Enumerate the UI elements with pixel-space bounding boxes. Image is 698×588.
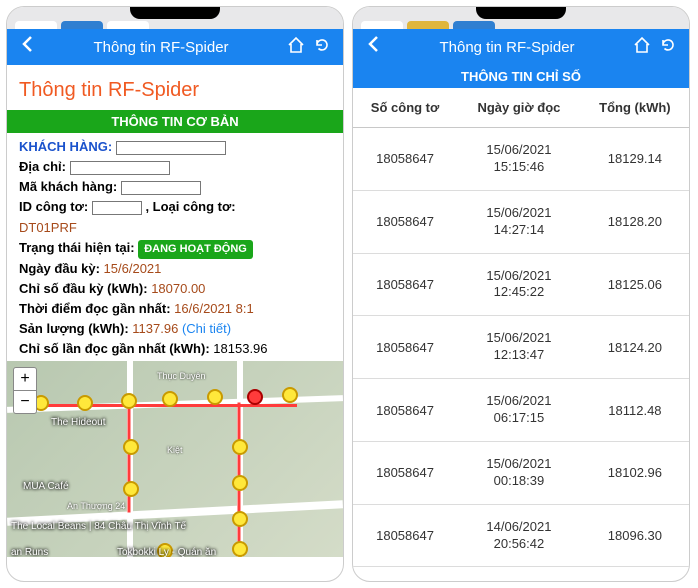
cell-total: 18124.20 <box>581 316 689 379</box>
map-road-kiet: Kiệt <box>167 445 183 455</box>
col-time: Ngày giờ đọc <box>457 88 581 128</box>
notch <box>130 7 220 19</box>
output-value: 1137.96 <box>132 321 178 336</box>
cell-meter: 18058647 <box>353 253 457 316</box>
detail-link[interactable]: (Chi tiết) <box>182 321 231 336</box>
map-zoom: + − <box>13 367 37 414</box>
cell-meter: 18058647 <box>353 379 457 442</box>
cell-total: 18125.06 <box>581 253 689 316</box>
table-row[interactable]: 1805864715/06/202106:17:1518112.48 <box>353 379 689 442</box>
cell-meter: 18058647 <box>353 190 457 253</box>
cell-time: 15/06/202112:45:22 <box>457 253 581 316</box>
notch <box>476 7 566 19</box>
cell-meter: 18058647 <box>353 316 457 379</box>
col-total: Tổng (kWh) <box>581 88 689 128</box>
col-meter: Số công tơ <box>353 88 457 128</box>
map-label-beans: The Local Beans | 84 Châu Thị Vĩnh Tế <box>11 521 186 532</box>
map-label-runs: an Runs <box>11 547 48 557</box>
cell-meter: 18058647 <box>353 441 457 504</box>
back-button[interactable] <box>15 35 39 59</box>
table-row[interactable]: 1805864715/06/202115:15:4618129.14 <box>353 128 689 191</box>
app-header: Thông tin RF-Spider <box>7 29 343 65</box>
back-button[interactable] <box>361 35 385 59</box>
lastread-value: 16/6/2021 8:1 <box>174 301 254 316</box>
phone-right: Thông tin RF-Spider THÔNG TIN CHỈ SỐ Số … <box>352 6 690 582</box>
meterid-value <box>92 201 142 215</box>
section-basic-header: THÔNG TIN CƠ BẢN <box>7 110 343 133</box>
metertype-label: , Loại công tơ: <box>145 199 235 214</box>
output-label: Sản lượng (kWh): <box>19 321 129 336</box>
meterid-label: ID công tơ: <box>19 199 88 214</box>
customer-label: KHÁCH HÀNG: <box>19 139 112 154</box>
cell-time: 14/06/202120:56:42 <box>457 504 581 567</box>
cell-time: 15/06/202100:18:39 <box>457 441 581 504</box>
refresh-icon[interactable] <box>655 36 681 59</box>
header-title: Thông tin RF-Spider <box>39 39 283 56</box>
table-row[interactable]: 1805864715/06/202112:13:4718124.20 <box>353 316 689 379</box>
table-row[interactable]: 1805864715/06/202112:45:2218125.06 <box>353 253 689 316</box>
map-road-thucduyen: Thục Duyên <box>157 371 206 381</box>
status-badge: ĐANG HOẠT ĐỘNG <box>138 240 253 259</box>
lastread-label: Thời điểm đọc gần nhất: <box>19 301 171 316</box>
startidx-value: 18070.00 <box>151 281 205 296</box>
state-label: Trạng thái hiện tại: <box>19 240 135 255</box>
table-row[interactable]: 1805864715/06/202114:27:1418128.20 <box>353 190 689 253</box>
metertype-value: DT01PRF <box>19 218 331 238</box>
app-header: Thông tin RF-Spider <box>353 29 689 65</box>
content-left: Thông tin RF-Spider THÔNG TIN CƠ BẢN KHÁ… <box>7 65 343 581</box>
lastidx-label: Chỉ số lần đọc gần nhất (kWh): <box>19 341 210 356</box>
cell-total: 18112.48 <box>581 379 689 442</box>
customer-value <box>116 141 226 155</box>
home-icon[interactable] <box>283 36 309 59</box>
cell-time: 15/06/202106:17:15 <box>457 379 581 442</box>
cell-time: 15/06/202114:27:14 <box>457 190 581 253</box>
zoom-in-button[interactable]: + <box>14 368 36 391</box>
page-title: Thông tin RF-Spider <box>19 79 331 102</box>
cell-total: 18102.96 <box>581 441 689 504</box>
table-row[interactable]: 1805864715/06/202100:18:3918102.96 <box>353 441 689 504</box>
cell-time: 15/06/202112:13:47 <box>457 316 581 379</box>
startdate-value: 15/6/2021 <box>104 261 162 276</box>
cell-time: 15/06/202115:15:46 <box>457 128 581 191</box>
cell-total: 18096.30 <box>581 504 689 567</box>
lastidx-value: 18153.96 <box>213 341 267 356</box>
cell-total: 18128.20 <box>581 190 689 253</box>
map-label-hideout: The Hideout <box>51 417 105 428</box>
startidx-label: Chỉ số đầu kỳ (kWh): <box>19 281 148 296</box>
content-right: THÔNG TIN CHỈ SỐ Số công tơ Ngày giờ đọc… <box>353 65 689 581</box>
address-value <box>70 161 170 175</box>
startdate-label: Ngày đầu kỳ: <box>19 261 100 276</box>
address-label: Địa chỉ: <box>19 159 66 174</box>
custcode-value <box>121 181 201 195</box>
map-label-tokbokki: Tokbokki Ly - Quán ăn <box>117 547 216 557</box>
table-row[interactable]: 1805864714/06/202120:56:4218096.30 <box>353 504 689 567</box>
readings-table: Số công tơ Ngày giờ đọc Tổng (kWh) 18058… <box>353 88 689 567</box>
cell-meter: 18058647 <box>353 128 457 191</box>
map-label-mua: MUA Café <box>23 481 69 492</box>
section-readings-header: THÔNG TIN CHỈ SỐ <box>353 65 689 88</box>
refresh-icon[interactable] <box>309 36 335 59</box>
map-road-anthuong: An Thượng 24 <box>67 501 125 511</box>
cell-meter: 18058647 <box>353 504 457 567</box>
map-view[interactable]: The Hideout MUA Café The Local Beans | 8… <box>7 361 343 557</box>
custcode-label: Mã khách hàng: <box>19 179 117 194</box>
header-title: Thông tin RF-Spider <box>385 39 629 56</box>
phone-left: Thông tin RF-Spider Thông tin RF-Spider … <box>6 6 344 582</box>
home-icon[interactable] <box>629 36 655 59</box>
cell-total: 18129.14 <box>581 128 689 191</box>
zoom-out-button[interactable]: − <box>14 391 36 413</box>
